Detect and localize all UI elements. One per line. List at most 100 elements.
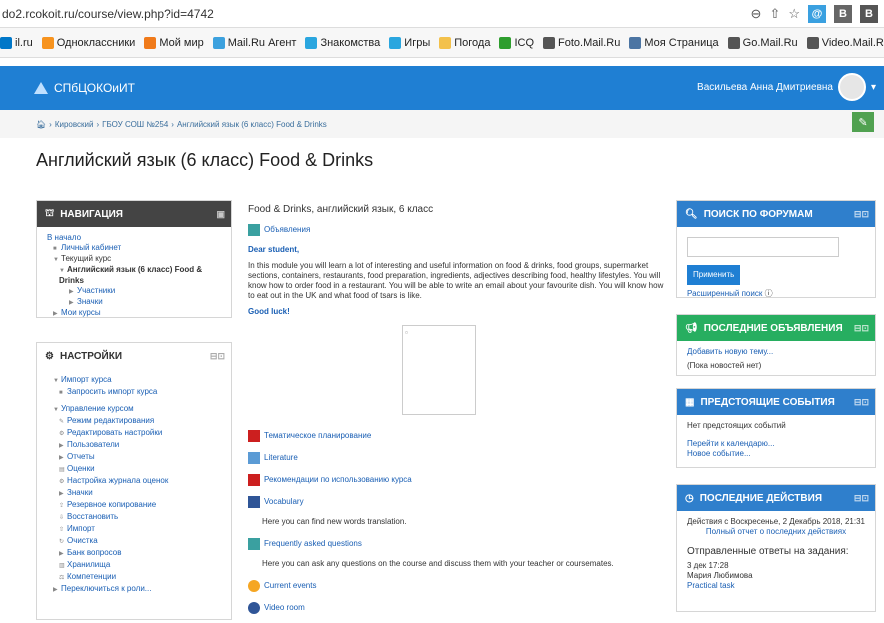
competency-icon: ⚖ (59, 575, 65, 581)
block-controls-icon[interactable]: ⊟⊡ (854, 209, 869, 220)
settings-item[interactable]: Оценки (67, 464, 95, 473)
resource-item[interactable]: Vocabulary (248, 495, 668, 509)
activity-person: Мария Любимова (687, 571, 753, 580)
bookmark-item[interactable]: Игры (389, 36, 430, 49)
breadcrumb-item[interactable]: ГБОУ СОШ №254 (102, 120, 168, 129)
nav-item-badges[interactable]: Значки (77, 297, 103, 306)
settings-item[interactable]: Переключиться к роли... (61, 584, 151, 593)
settings-item[interactable]: Значки (67, 488, 93, 497)
avatar[interactable] (837, 73, 866, 101)
star-icon[interactable]: ☆ (788, 6, 800, 22)
dating-icon (305, 36, 318, 49)
browser-url-bar[interactable]: do2.rcokoit.ru/course/view.php?id=4742 ⊖… (0, 0, 884, 28)
resource-link[interactable]: Тематическое планирование (264, 431, 371, 441)
search-submit-button[interactable]: Применить (687, 265, 741, 285)
resource-item[interactable]: Тематическое планирование (248, 429, 668, 443)
settings-item[interactable]: Импорт курса (61, 375, 112, 384)
settings-item[interactable]: Запросить импорт курса (67, 387, 157, 396)
user-menu[interactable]: Васильева Анна Дмитриевна ▾ (697, 73, 876, 101)
nav-item-course[interactable]: Английский язык (6 класс) Food & Drinks (59, 265, 202, 285)
announcements-link[interactable]: Объявления (264, 225, 310, 235)
resource-link[interactable]: Vocabulary (264, 497, 304, 507)
settings-item[interactable]: Пользователи (67, 440, 119, 449)
settings-item[interactable]: Хранилища (67, 560, 110, 569)
news-block-header[interactable]: 📢︎ ПОСЛЕДНИЕ ОБЪЯВЛЕНИЯ ⊟⊡ (677, 315, 875, 341)
resource-item[interactable]: Literature (248, 451, 668, 465)
bookmark-item[interactable]: Foto.Mail.Ru (543, 36, 620, 49)
bookmark-item[interactable]: Моя Страница (629, 36, 719, 49)
extension-b-icon[interactable]: B (834, 5, 852, 23)
bookmark-item[interactable]: il.ru (0, 36, 33, 49)
search-block-header[interactable]: 🔍︎ ПОИСК ПО ФОРУМАМ ⊟⊡ (677, 201, 875, 227)
bookmark-item[interactable]: Мой мир (144, 36, 204, 49)
breadcrumb: 🏠︎ › Кировский › ГБОУ СОШ №254 › Английски… (0, 110, 884, 138)
breadcrumb-item[interactable]: Английский язык (6 класс) Food & Drinks (177, 120, 327, 129)
practical-task-link[interactable]: Practical task (687, 581, 735, 590)
search-input[interactable] (687, 237, 839, 257)
settings-item[interactable]: Режим редактирования (67, 416, 154, 425)
bookmark-item[interactable]: Одноклассники (41, 36, 135, 49)
bookmark-item[interactable]: Погода (439, 36, 491, 49)
user-dropdown-icon[interactable]: ▾ (871, 82, 876, 93)
block-controls-icon[interactable]: ⊟⊡ (854, 323, 869, 334)
bookmark-item[interactable]: Знакомства (305, 36, 380, 49)
nav-item-current-course[interactable]: Текущий курс (61, 254, 111, 263)
gear-icon: ⚙ (59, 431, 65, 437)
activity-since: Действия с Воскресенье, 2 Декабрь 2018, … (687, 517, 865, 526)
url-text[interactable]: do2.rcokoit.ru/course/view.php?id=4742 (0, 7, 214, 21)
calendar-link[interactable]: Перейти к календарю... (687, 439, 775, 448)
block-controls-icon[interactable]: ⊟⊡ (854, 397, 869, 408)
events-icon (248, 580, 260, 592)
new-event-link[interactable]: Новое событие... (687, 449, 751, 458)
advanced-search-link[interactable]: Расширенный поиск (687, 289, 762, 298)
nav-item-my-courses[interactable]: Мои курсы (61, 308, 101, 317)
settings-item[interactable]: Настройка журнала оценок (67, 476, 168, 485)
block-controls-icon[interactable]: ⊟⊡ (854, 493, 869, 504)
block-controls-icon[interactable]: ⊟⊡ (210, 351, 225, 362)
settings-item[interactable]: Очистка (67, 536, 98, 545)
settings-item[interactable]: Импорт (67, 524, 95, 533)
forum-icon (248, 538, 260, 550)
bookmark-item[interactable]: ICQ (499, 36, 534, 49)
settings-item[interactable]: Банк вопросов (67, 548, 121, 557)
zoom-icon[interactable]: ⊖ (751, 6, 762, 22)
settings-item[interactable]: Резервное копирование (67, 500, 156, 509)
bookmark-item[interactable]: Mail.Ru Агент (212, 36, 296, 49)
events-block-header[interactable]: ▦ ПРЕДСТОЯЩИЕ СОБЫТИЯ ⊟⊡ (677, 389, 875, 415)
resource-link[interactable]: Рекомендации по использованию курса (264, 475, 412, 485)
settings-item[interactable]: Восстановить (67, 512, 118, 521)
activity-block-header[interactable]: ◷ ПОСЛЕДНИЕ ДЕЙСТВИЯ ⊟⊡ (677, 485, 875, 511)
nav-item-dashboard[interactable]: Личный кабинет (61, 243, 121, 252)
video-room-link[interactable]: Video room (264, 603, 305, 613)
help-icon[interactable]: ⓘ (765, 289, 773, 298)
resource-item[interactable]: Рекомендации по использованию курса (248, 473, 668, 487)
bookmark-item[interactable]: Video.Mail.Ru (806, 36, 884, 49)
faq-link[interactable]: Frequently asked questions (264, 539, 362, 549)
resource-list: Тематическое планирование Literature Реком… (248, 429, 668, 509)
current-events-link[interactable]: Current events (264, 581, 316, 591)
home-icon[interactable]: 🏠︎ (36, 120, 46, 129)
nav-item-home[interactable]: В начало (47, 233, 81, 242)
extension-b2-icon[interactable]: B (860, 5, 878, 23)
share-icon[interactable]: ⇧ (769, 6, 780, 22)
settings-item[interactable]: Компетенции (67, 572, 116, 581)
edit-course-button[interactable]: ✎ (852, 112, 874, 132)
site-brand[interactable]: СПбЦОКОиИТ (34, 81, 135, 95)
mail-extension-icon[interactable]: @ (808, 5, 826, 23)
add-topic-link[interactable]: Добавить новую тему... (687, 347, 773, 356)
block-controls-icon[interactable]: ▣ (216, 209, 225, 220)
settings-item[interactable]: Отчеты (67, 452, 95, 461)
settings-block-header[interactable]: ⚙ НАСТРОЙКИ ⊟⊡ (37, 343, 231, 369)
bookmark-item[interactable]: Go.Mail.Ru (727, 36, 798, 49)
settings-item[interactable]: Управление курсом (61, 404, 134, 413)
breadcrumb-item[interactable]: Кировский (55, 120, 94, 129)
nav-item-participants[interactable]: Участники (77, 286, 115, 295)
settings-item[interactable]: Редактировать настройки (67, 428, 162, 437)
navigation-title: НАВИГАЦИЯ (60, 208, 123, 220)
gears-icon: ⚙ (45, 350, 54, 362)
full-report-link[interactable]: Полный отчет о последних действиях (706, 527, 846, 536)
resource-link[interactable]: Literature (264, 453, 298, 463)
logo-icon (34, 82, 48, 94)
bookmark-label: Погода (454, 36, 491, 49)
navigation-block-header[interactable]: ⛫ НАВИГАЦИЯ ▣ (37, 201, 231, 227)
